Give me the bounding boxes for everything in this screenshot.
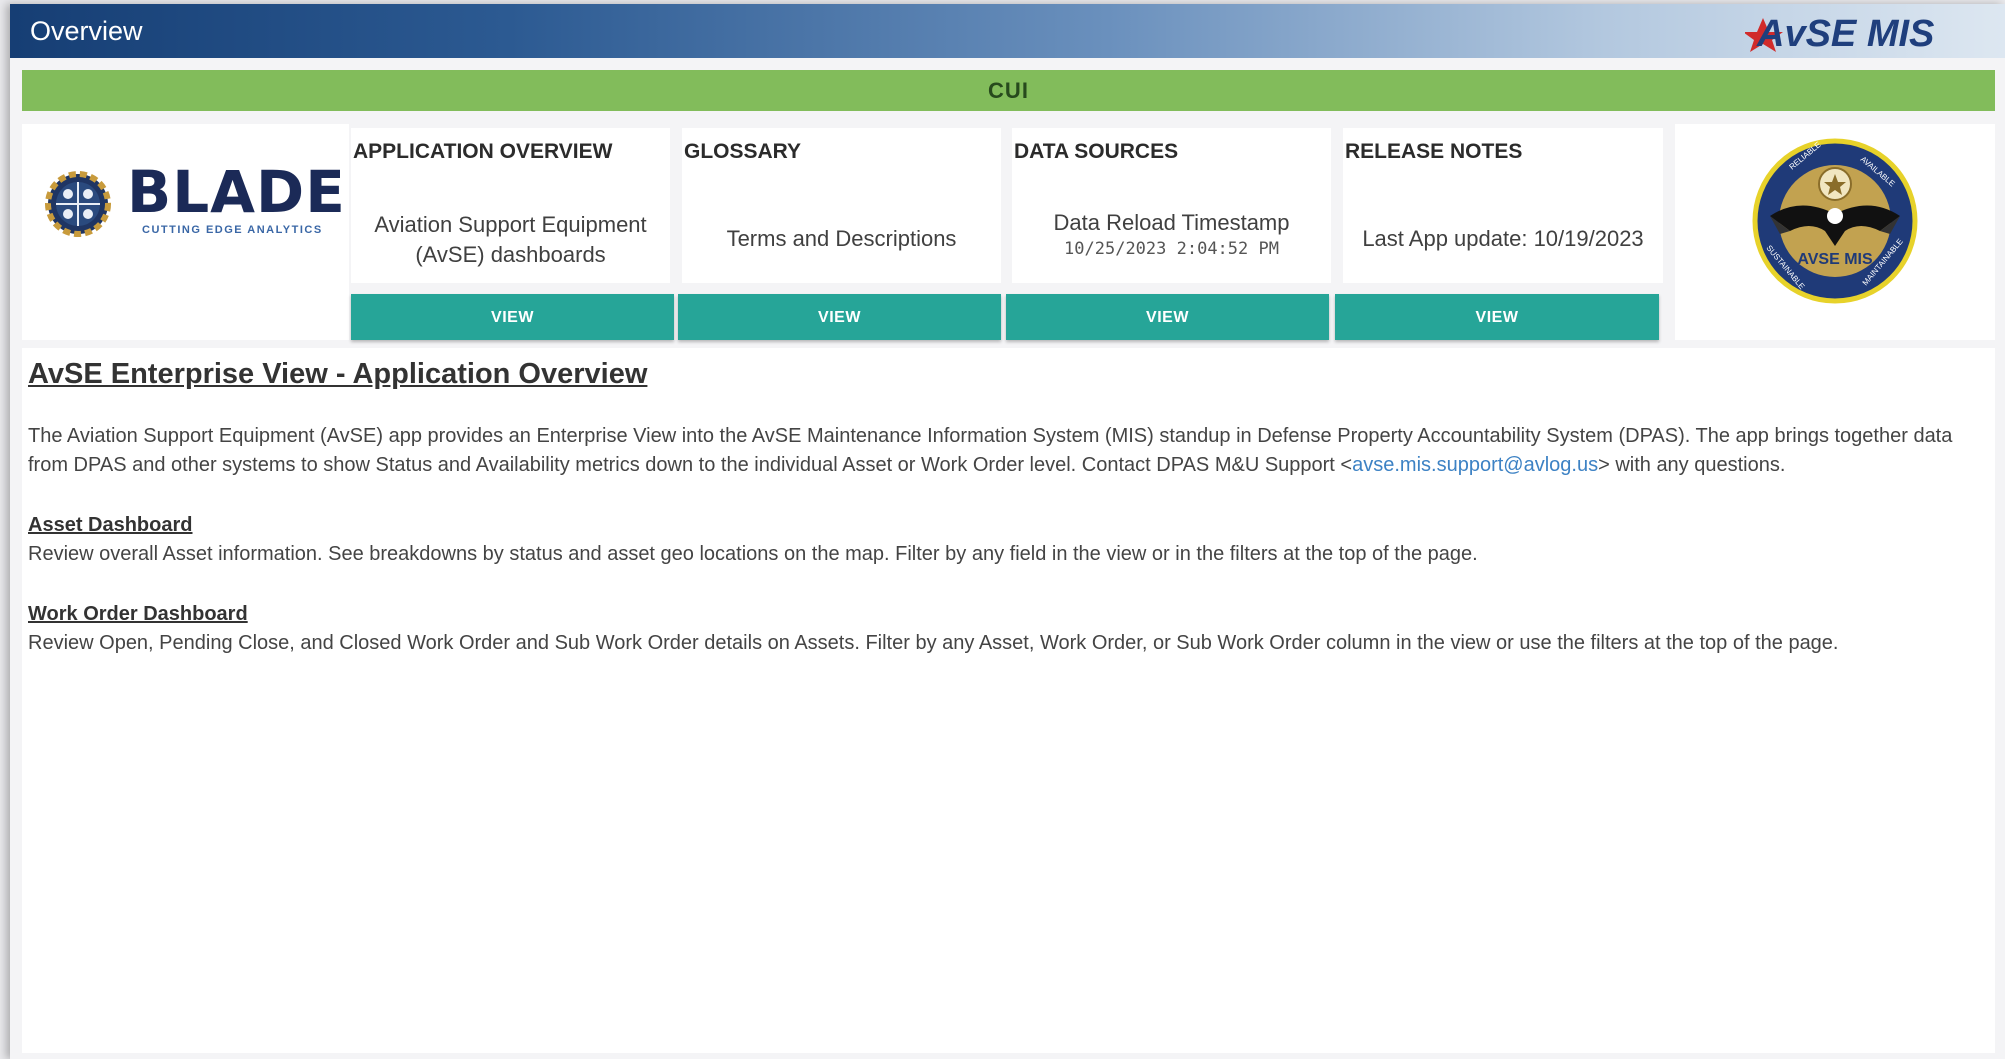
- emblem-card: AVSE MIS RELIABLE AVAILABLE SUSTAINABLE …: [1675, 124, 1995, 340]
- card-body: Terms and Descriptions: [726, 226, 957, 251]
- gear-icon: [45, 171, 111, 237]
- avse-mis-emblem: AVSE MIS RELIABLE AVAILABLE SUSTAINABLE …: [1752, 138, 1918, 304]
- data-sources-view-button[interactable]: VIEW: [1006, 294, 1329, 340]
- intro-text-end: > with any questions.: [1598, 454, 1786, 476]
- brand-text: AvSE MIS: [1756, 13, 1934, 54]
- emblem-center-text: AVSE MIS: [1797, 251, 1873, 268]
- blade-logo-card: BLADE CUTTING EDGE ANALYTICS: [22, 124, 349, 340]
- application-overview-view-button[interactable]: VIEW: [351, 294, 674, 340]
- asset-dashboard-description: Review overall Asset information. See br…: [28, 543, 1478, 565]
- card-body: Last App update: 10/19/2023: [1362, 226, 1644, 251]
- support-email-link[interactable]: avse.mis.support@avlog.us: [1352, 454, 1598, 476]
- release-notes-view-button[interactable]: VIEW: [1335, 294, 1659, 340]
- work-order-dashboard-title: Work Order Dashboard: [28, 603, 248, 625]
- card-title: DATA SOURCES: [1014, 140, 1179, 163]
- application-overview-card: APPLICATION OVERVIEW Aviation Support Eq…: [351, 128, 670, 283]
- card-title: APPLICATION OVERVIEW: [353, 140, 613, 163]
- card-title: GLOSSARY: [684, 140, 802, 163]
- app-frame: Overview AvSE MIS CUI BLADE CUTTING EDGE…: [10, 4, 2005, 1059]
- card-body: Aviation Support Equipment (AvSE) dashbo…: [351, 210, 670, 270]
- sheet-title: Overview: [30, 16, 143, 46]
- reload-timestamp: 10/25/2023 2:04:52 PM: [1064, 239, 1279, 259]
- data-sources-card: DATA SOURCES Data Reload Timestamp 10/25…: [1012, 128, 1331, 283]
- asset-dashboard-title: Asset Dashboard: [28, 514, 193, 536]
- card-line: Data Reload Timestamp: [1053, 210, 1290, 235]
- card-title: RELEASE NOTES: [1345, 140, 1523, 163]
- work-order-dashboard-description: Review Open, Pending Close, and Closed W…: [28, 632, 1839, 654]
- title-bar: Overview AvSE MIS: [10, 4, 2005, 58]
- intro-paragraph: The Aviation Support Equipment (AvSE) ap…: [28, 422, 1978, 480]
- card-body: Data Reload Timestamp 10/25/2023 2:04:52…: [1012, 208, 1331, 260]
- avse-mis-brand-logo: AvSE MIS: [1745, 13, 1934, 54]
- overview-content-panel: AvSE Enterprise View - Application Overv…: [22, 348, 1995, 1053]
- page-heading: AvSE Enterprise View - Application Overv…: [28, 358, 648, 390]
- card-line: Aviation Support Equipment: [374, 212, 647, 237]
- glossary-card: GLOSSARY Terms and Descriptions: [682, 128, 1001, 283]
- cui-banner: CUI: [22, 70, 1995, 111]
- blade-logo-text: BLADE: [127, 158, 346, 226]
- card-line: (AvSE) dashboards: [415, 242, 606, 267]
- blade-tagline: CUTTING EDGE ANALYTICS: [142, 224, 323, 236]
- glossary-view-button[interactable]: VIEW: [678, 294, 1001, 340]
- release-notes-card: RELEASE NOTES Last App update: 10/19/202…: [1343, 128, 1663, 283]
